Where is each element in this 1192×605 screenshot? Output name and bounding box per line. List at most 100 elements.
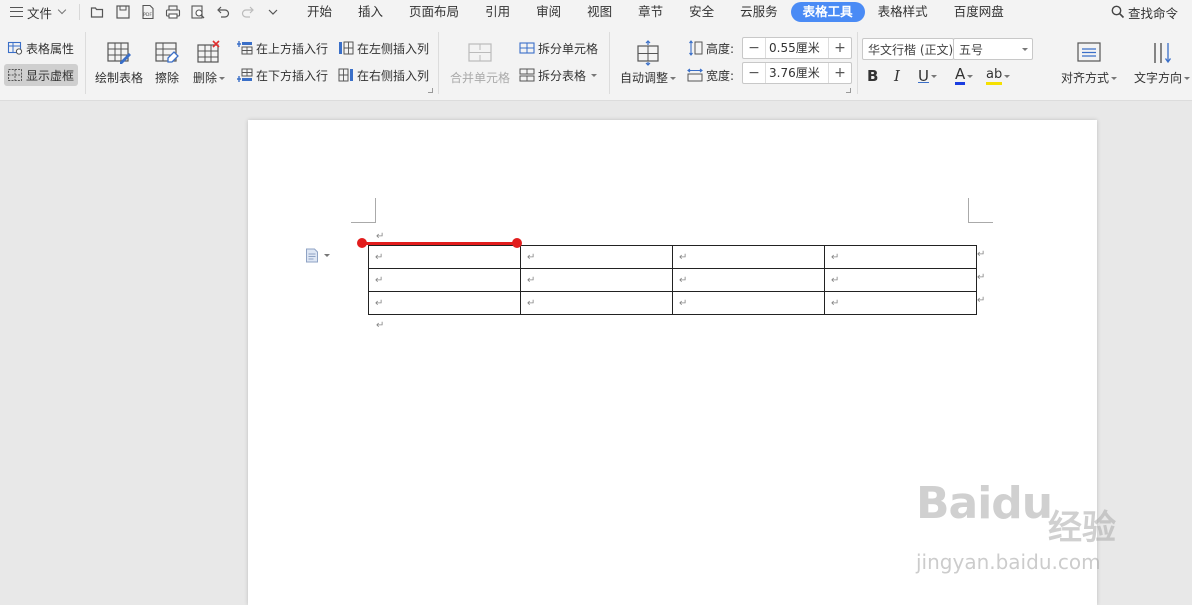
table-cell[interactable]: ↵ bbox=[672, 291, 825, 315]
table-row: ↵ ↵ ↵ ↵ bbox=[368, 291, 977, 315]
tab-page-layout[interactable]: 页面布局 bbox=[396, 2, 472, 22]
table-cell[interactable]: ↵ bbox=[824, 291, 977, 315]
decrease-height-button[interactable]: − bbox=[743, 38, 765, 58]
insert-col-left-icon bbox=[338, 40, 354, 56]
delete-dropdown[interactable]: 删除 bbox=[193, 40, 226, 86]
split-table-label: 拆分表格 bbox=[538, 68, 587, 83]
draw-table-label: 绘制表格 bbox=[95, 71, 144, 85]
dropdown-caret-icon bbox=[1184, 77, 1191, 80]
table-cell[interactable]: ↵ bbox=[368, 291, 521, 315]
open-icon[interactable] bbox=[88, 3, 107, 21]
insert-col-left-button[interactable]: 在左侧插入列 bbox=[338, 37, 429, 59]
erase-button[interactable]: 擦除 bbox=[154, 40, 180, 86]
tab-security[interactable]: 安全 bbox=[676, 2, 727, 22]
ribbon-separator bbox=[609, 32, 610, 94]
table-cell[interactable]: ↵ bbox=[672, 268, 825, 292]
highlight-dropdown[interactable]: ab bbox=[986, 66, 1011, 86]
font-name-select[interactable]: 华文行楷 (正文) bbox=[862, 38, 954, 60]
document-table[interactable]: ↵ ↵ ↵ ↵ ↵ ↵ ↵ ↵ ↵ ↵ ↵ ↵ bbox=[368, 245, 977, 315]
text-direction-label: 文字方向 bbox=[1134, 71, 1183, 85]
bold-button[interactable]: B bbox=[867, 66, 878, 86]
row-height-input[interactable]: 0.55厘米 bbox=[765, 38, 829, 58]
draw-table-icon bbox=[106, 40, 132, 66]
tab-insert[interactable]: 插入 bbox=[345, 2, 396, 22]
tab-references[interactable]: 引用 bbox=[472, 2, 523, 22]
underline-dropdown[interactable]: U bbox=[918, 66, 937, 86]
split-table-dropdown[interactable]: 拆分表格 bbox=[519, 64, 598, 86]
tab-sections[interactable]: 章节 bbox=[625, 2, 676, 22]
show-gridlines-toggle[interactable]: 显示虚框 bbox=[4, 64, 79, 86]
document-page[interactable]: ↵ ↵ ↵ ↵ ↵ ↵ ↵ ↵ ↵ ↵ ↵ ↵ ↵ ↵ ↵ ↵ ↵ bbox=[248, 120, 1097, 605]
table-cell[interactable]: ↵ bbox=[672, 245, 825, 269]
tab-review[interactable]: 审阅 bbox=[523, 2, 574, 22]
tab-table-tools[interactable]: 表格工具 bbox=[790, 2, 865, 22]
cell-size-dialog-launcher[interactable] bbox=[846, 88, 851, 93]
table-cell[interactable]: ↵ bbox=[520, 245, 673, 269]
search-icon bbox=[1111, 5, 1125, 19]
table-properties-label: 表格属性 bbox=[26, 41, 75, 56]
dropdown-caret-icon bbox=[219, 77, 226, 80]
tab-cloud-service[interactable]: 云服务 bbox=[727, 2, 791, 22]
customize-icon[interactable] bbox=[263, 3, 282, 21]
font-color-dropdown[interactable]: A bbox=[955, 66, 974, 86]
rows-cols-dialog-launcher[interactable] bbox=[428, 88, 433, 93]
search-command-button[interactable]: 查找命令 bbox=[1111, 0, 1178, 24]
row-end-mark: ↵ bbox=[977, 249, 986, 260]
auto-fit-dropdown[interactable]: 自动调整 bbox=[620, 40, 677, 86]
decrease-width-button[interactable]: − bbox=[743, 63, 765, 83]
tab-baidu-netdisk[interactable]: 百度网盘 bbox=[941, 2, 1017, 22]
redo-icon[interactable] bbox=[238, 3, 257, 21]
merge-cells-button[interactable]: 合并单元格 bbox=[450, 40, 510, 86]
increase-width-button[interactable]: + bbox=[829, 63, 851, 83]
dropdown-caret-icon bbox=[324, 254, 330, 257]
split-cells-button[interactable]: 拆分单元格 bbox=[519, 37, 598, 59]
undo-icon[interactable] bbox=[213, 3, 232, 21]
table-cell[interactable]: ↵ bbox=[368, 245, 521, 269]
table-cell[interactable]: ↵ bbox=[520, 291, 673, 315]
width-label: 宽度: bbox=[706, 68, 735, 83]
ribbon-tabs: 开始 插入 页面布局 引用 审阅 视图 章节 安全 云服务 表格工具 表格样式 … bbox=[294, 0, 1017, 24]
increase-height-button[interactable]: + bbox=[829, 38, 851, 58]
draw-table-button[interactable]: 绘制表格 bbox=[95, 40, 143, 86]
col-width-input[interactable]: 3.76厘米 bbox=[765, 63, 829, 83]
table-cell[interactable]: ↵ bbox=[824, 245, 977, 269]
italic-button[interactable]: I bbox=[894, 66, 900, 86]
font-size-value: 五号 bbox=[959, 42, 984, 57]
align-dropdown[interactable]: 对齐方式 bbox=[1061, 40, 1118, 86]
text-direction-icon bbox=[1149, 40, 1175, 66]
dropdown-caret-icon bbox=[1004, 74, 1011, 78]
row-height-label-group: 高度: bbox=[687, 37, 734, 59]
tab-table-styles[interactable]: 表格样式 bbox=[865, 2, 941, 22]
table-cell[interactable]: ↵ bbox=[520, 268, 673, 292]
tab-home[interactable]: 开始 bbox=[294, 2, 345, 22]
print-icon[interactable] bbox=[163, 3, 182, 21]
table-properties-icon bbox=[7, 40, 23, 56]
file-menu-button[interactable]: 文件 bbox=[0, 0, 71, 24]
save-icon[interactable] bbox=[113, 3, 132, 21]
tab-view[interactable]: 视图 bbox=[574, 2, 625, 22]
delete-label: 删除 bbox=[193, 71, 218, 85]
row-height-stepper[interactable]: − 0.55厘米 + bbox=[742, 37, 852, 59]
insert-row-above-icon bbox=[237, 40, 253, 56]
pdf-icon[interactable]: PDF bbox=[138, 3, 157, 21]
table-cell[interactable]: ↵ bbox=[824, 268, 977, 292]
insert-row-below-button[interactable]: 在下方插入行 bbox=[237, 64, 328, 86]
text-direction-dropdown[interactable]: 文字方向 bbox=[1134, 40, 1191, 86]
split-table-icon bbox=[519, 67, 535, 83]
quick-access-toolbar: PDF bbox=[79, 4, 282, 20]
annotation-red-line bbox=[362, 242, 518, 245]
align-icon bbox=[1076, 40, 1102, 66]
insert-col-right-label: 在右侧插入列 bbox=[357, 68, 430, 83]
table-move-handle[interactable] bbox=[305, 248, 330, 263]
insert-col-right-button[interactable]: 在右侧插入列 bbox=[338, 64, 429, 86]
insert-row-above-button[interactable]: 在上方插入行 bbox=[237, 37, 328, 59]
table-properties-button[interactable]: 表格属性 bbox=[7, 37, 74, 59]
insert-col-left-label: 在左侧插入列 bbox=[357, 41, 430, 56]
col-width-stepper[interactable]: − 3.76厘米 + bbox=[742, 62, 852, 84]
dropdown-caret-icon bbox=[591, 73, 598, 77]
print-preview-icon[interactable] bbox=[188, 3, 207, 21]
font-size-select[interactable]: 五号 bbox=[953, 38, 1033, 60]
chevron-down-icon bbox=[1016, 47, 1032, 51]
insert-row-above-label: 在上方插入行 bbox=[256, 41, 329, 56]
table-cell[interactable]: ↵ bbox=[368, 268, 521, 292]
